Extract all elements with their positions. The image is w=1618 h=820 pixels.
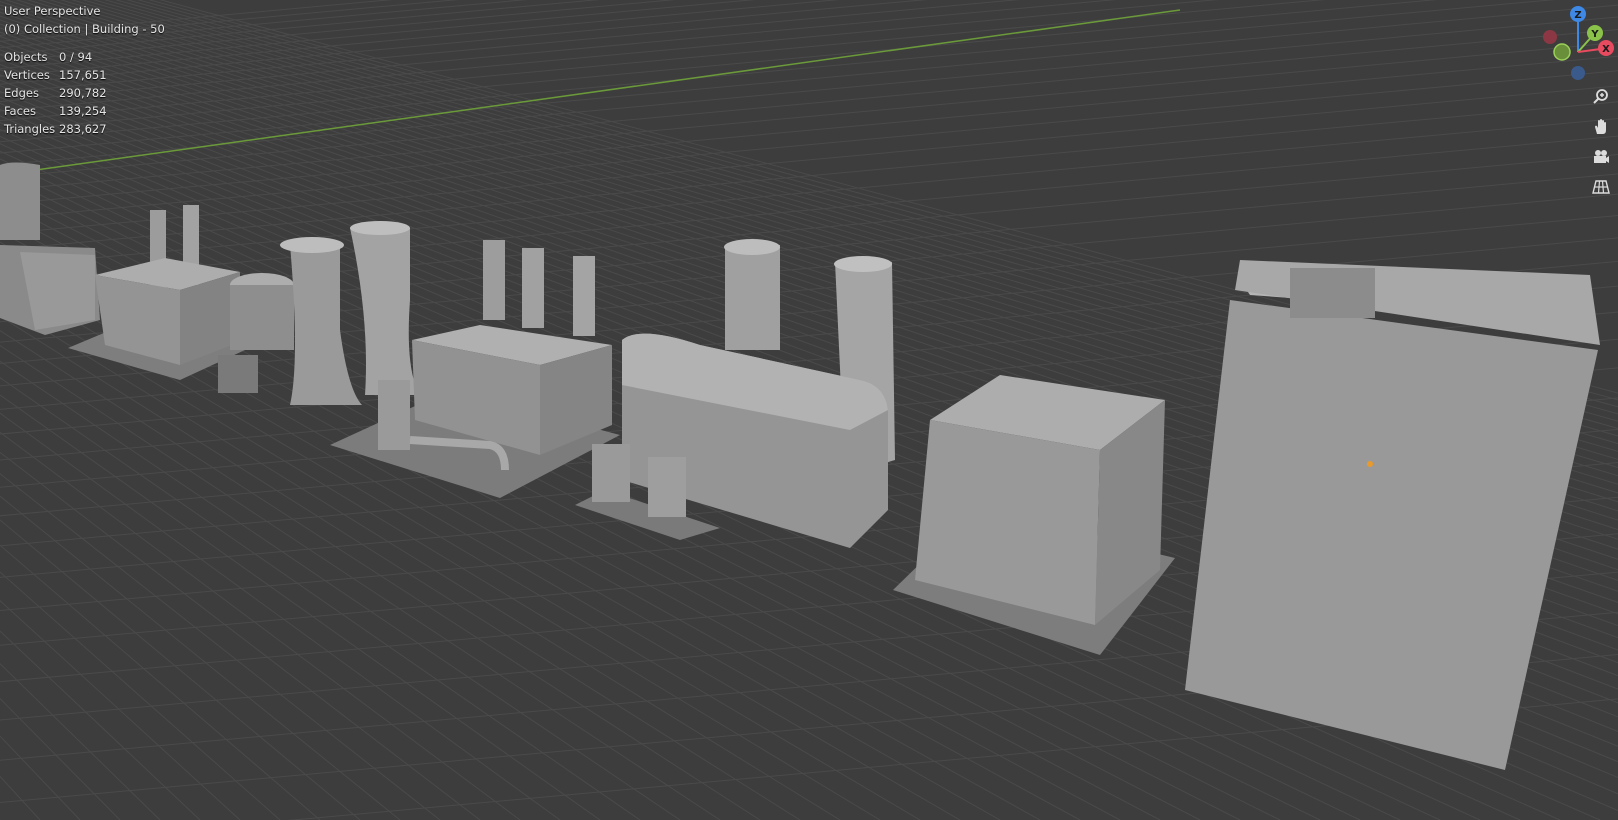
- gizmo-neg-y[interactable]: [1553, 43, 1571, 61]
- gizmo-y-button[interactable]: Y: [1587, 25, 1603, 41]
- stat-label: Objects: [4, 50, 48, 64]
- svg-text:X: X: [1602, 44, 1610, 55]
- scene-canvas[interactable]: [0, 0, 1618, 820]
- building-far-left[interactable]: [0, 162, 100, 336]
- stat-value: 290,782: [59, 86, 107, 100]
- stat-label: Triangles: [4, 122, 56, 136]
- viewport-nav-tools: [1588, 84, 1616, 204]
- object-origin-dot: [1367, 461, 1373, 467]
- stat-row-objects: Objects 0 / 94: [4, 48, 165, 66]
- stat-row-faces: Faces 139,254: [4, 102, 165, 120]
- stat-value: 0 / 94: [59, 50, 93, 64]
- gizmo-x-button[interactable]: X: [1598, 40, 1614, 56]
- stat-value: 157,651: [59, 68, 107, 82]
- gizmo-z-button[interactable]: Z: [1570, 6, 1586, 22]
- 3d-viewport[interactable]: User Perspective (0) Collection | Buildi…: [0, 0, 1618, 820]
- stat-row-edges: Edges 290,782: [4, 84, 165, 102]
- navigation-gizmo[interactable]: Z Y X: [1538, 0, 1618, 90]
- stat-value: 139,254: [59, 104, 107, 118]
- stat-label: Edges: [4, 86, 39, 100]
- building-tower[interactable]: [1185, 260, 1600, 770]
- active-collection-label: (0) Collection | Building - 50: [4, 22, 165, 36]
- pan-hand-icon[interactable]: [1588, 114, 1614, 140]
- stat-row-triangles: Triangles 283,627: [4, 120, 165, 138]
- building-office-midrise[interactable]: [893, 375, 1175, 655]
- gizmo-neg-x[interactable]: [1543, 30, 1557, 44]
- stat-row-vertices: Vertices 157,651: [4, 66, 165, 84]
- svg-text:Y: Y: [1590, 29, 1599, 40]
- camera-view-icon[interactable]: [1588, 144, 1614, 170]
- gizmo-neg-z[interactable]: [1571, 66, 1585, 80]
- viewport-info-overlay: User Perspective (0) Collection | Buildi…: [4, 2, 165, 138]
- grid-toggle-icon[interactable]: [1588, 174, 1614, 200]
- zoom-in-icon[interactable]: [1588, 84, 1614, 110]
- stat-label: Faces: [4, 104, 36, 118]
- view-mode-label: User Perspective: [4, 4, 101, 18]
- svg-text:Z: Z: [1574, 10, 1581, 21]
- stat-value: 283,627: [59, 122, 107, 136]
- stat-label: Vertices: [4, 68, 50, 82]
